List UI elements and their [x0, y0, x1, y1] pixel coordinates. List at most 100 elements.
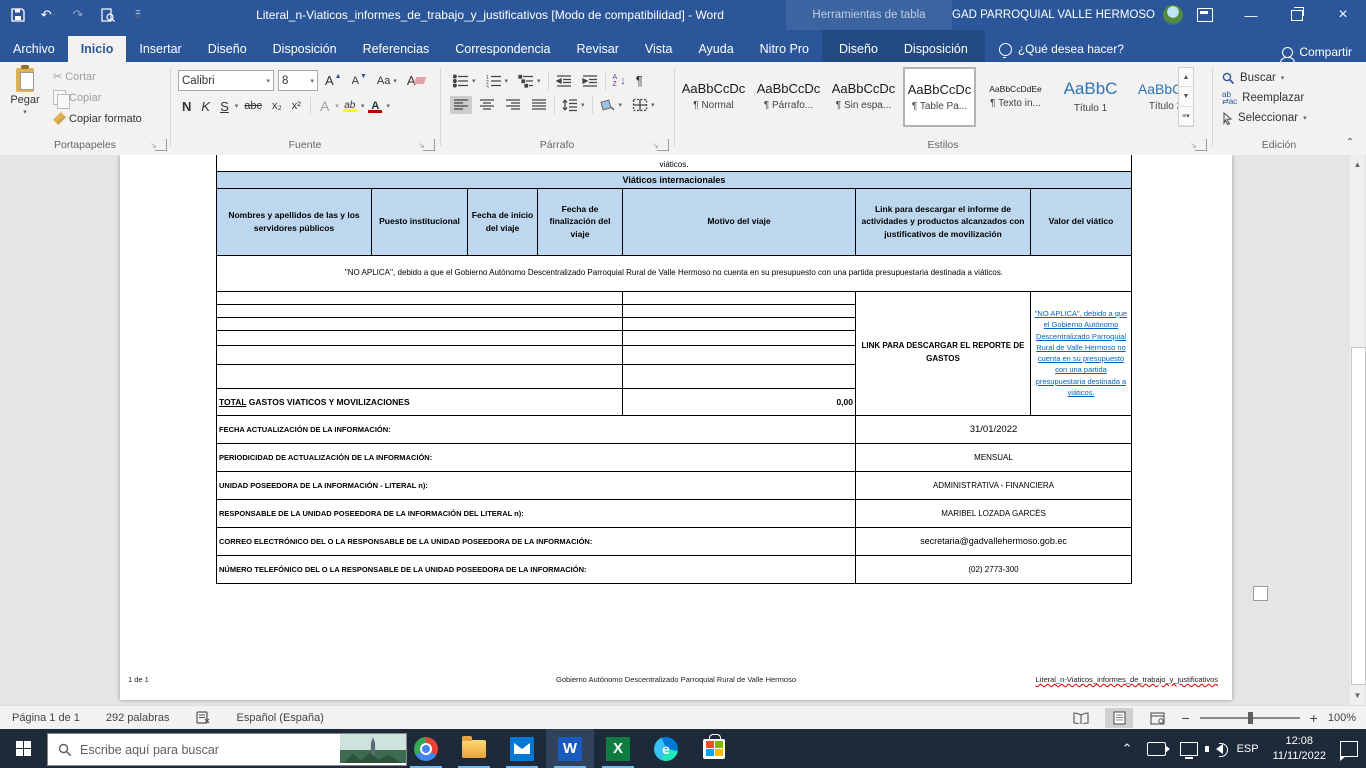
valor-viatico-cell[interactable]: "NO APLICA", debido a que el Gobierno Au…: [1031, 291, 1132, 415]
total-label-cell[interactable]: TOTAL GASTOS VIATICOS Y MOVILIZACIONES: [217, 388, 623, 415]
font-family-combobox[interactable]: Calibri▾: [178, 70, 274, 91]
taskbar-chrome[interactable]: [402, 729, 450, 768]
document-page[interactable]: viáticos. Viáticos internacionales Nombr…: [120, 155, 1232, 700]
select-button[interactable]: Seleccionar▾: [1214, 108, 1344, 128]
empty-cell[interactable]: [217, 304, 623, 317]
underline-button[interactable]: S: [216, 98, 233, 115]
close-button[interactable]: ×: [1320, 0, 1366, 30]
col-header-link[interactable]: Link para descargar el informe de activi…: [856, 188, 1031, 255]
styles-scroll-up-button[interactable]: ▲: [1179, 68, 1193, 87]
info-label-fecha[interactable]: FECHA ACTUALIZACIÓN DE LA INFORMACIÓN:: [217, 415, 856, 443]
taskbar-store[interactable]: [690, 729, 738, 768]
empty-cell[interactable]: [217, 345, 623, 364]
taskbar-mail[interactable]: [498, 729, 546, 768]
web-layout-button[interactable]: [1143, 708, 1171, 728]
undo-button[interactable]: ↶▾: [38, 5, 58, 25]
scroll-down-arrow[interactable]: ▼: [1350, 688, 1365, 703]
empty-cell[interactable]: [217, 317, 623, 330]
save-button[interactable]: [8, 5, 28, 25]
zoom-in-button[interactable]: +: [1310, 710, 1318, 726]
ribbon-display-options-button[interactable]: [1182, 0, 1228, 30]
col-header-puesto[interactable]: Puesto institucional: [372, 188, 468, 255]
font-color-button[interactable]: A: [366, 100, 384, 113]
table-resize-handle[interactable]: [1253, 586, 1268, 601]
style-titulo-1[interactable]: AaBbCTítulo 1: [1055, 67, 1126, 125]
page-count-status[interactable]: Página 1 de 1: [12, 712, 80, 724]
taskbar-file-explorer[interactable]: [450, 729, 498, 768]
zoom-slider-thumb[interactable]: [1248, 712, 1253, 724]
tell-me-box[interactable]: ¿Qué desea hacer?: [985, 36, 1138, 62]
tab-inicio[interactable]: Inicio: [68, 36, 127, 62]
taskbar-excel[interactable]: X: [594, 729, 642, 768]
borders-button[interactable]: ▾: [629, 96, 658, 114]
print-preview-button[interactable]: [98, 5, 118, 25]
shrink-font-button[interactable]: A▼: [349, 73, 370, 89]
tab-correspondencia[interactable]: Correspondencia: [442, 36, 563, 62]
info-label-telefono[interactable]: NÚMERO TELEFÓNICO DEL O LA RESPONSABLE D…: [217, 555, 856, 583]
customize-qat-button[interactable]: =▾: [128, 5, 148, 25]
paragraph-dialog-launcher[interactable]: [657, 139, 669, 151]
info-label-correo[interactable]: CORREO ELECTRÓNICO DEL O LA RESPONSABLE …: [217, 527, 856, 555]
shading-button[interactable]: ▾: [597, 96, 626, 114]
paste-button[interactable]: Pegar ▾: [0, 62, 50, 127]
style-parrafo[interactable]: AaBbCcDc¶ Párrafo...: [753, 67, 824, 125]
meet-now-icon[interactable]: [1147, 742, 1166, 756]
tab-archivo[interactable]: Archivo: [0, 36, 68, 62]
strikethrough-button[interactable]: abc: [240, 99, 266, 113]
empty-cell[interactable]: [623, 317, 856, 330]
cut-button[interactable]: ✂Cortar: [50, 68, 145, 85]
styles-scroll-down-button[interactable]: ▼: [1179, 87, 1193, 106]
redo-button[interactable]: ↷: [68, 5, 88, 25]
col-header-fecha-fin[interactable]: Fecha de finalización del viaje: [538, 188, 623, 255]
sort-button[interactable]: AZ ↓: [610, 72, 629, 90]
search-highlight-image[interactable]: [340, 734, 406, 763]
styles-dialog-launcher[interactable]: [1195, 139, 1207, 151]
col-header-motivo[interactable]: Motivo del viaje: [623, 188, 856, 255]
tab-diseno[interactable]: Diseño: [195, 36, 260, 62]
info-value-telefono[interactable]: (02) 2773-300: [856, 555, 1132, 583]
info-value-correo[interactable]: secretaria@gadvallehermoso.gob.ec: [856, 527, 1132, 555]
replace-button[interactable]: ab⇄ac Reemplazar: [1214, 88, 1344, 108]
share-button[interactable]: Compartir: [1282, 45, 1352, 59]
col-header-valor[interactable]: Valor del viático: [1031, 188, 1132, 255]
col-header-nombres[interactable]: Nombres y apellidos de las y los servido…: [217, 188, 372, 255]
col-header-fecha-inicio[interactable]: Fecha de inicio del viaje: [468, 188, 538, 255]
network-icon[interactable]: [1180, 742, 1198, 756]
justify-button[interactable]: [528, 96, 550, 114]
undo-dropdown-icon[interactable]: ▾: [52, 11, 56, 19]
info-value-responsable[interactable]: MARIBEL LOZADA GARCÉS: [856, 499, 1132, 527]
empty-cell[interactable]: [623, 330, 856, 345]
empty-cell[interactable]: [623, 364, 856, 388]
empty-cell[interactable]: [217, 291, 623, 304]
taskbar-edge[interactable]: e: [642, 729, 690, 768]
italic-button[interactable]: K: [197, 98, 214, 115]
empty-cell[interactable]: [217, 364, 623, 388]
grow-font-button[interactable]: A▲: [322, 71, 345, 90]
tab-insertar[interactable]: Insertar: [126, 36, 194, 62]
find-button[interactable]: Buscar▾: [1214, 68, 1344, 88]
empty-cell[interactable]: [623, 291, 856, 304]
tray-expand-icon[interactable]: ⌃: [1122, 741, 1133, 757]
tab-table-diseno[interactable]: Diseño: [826, 36, 891, 62]
tab-vista[interactable]: Vista: [632, 36, 686, 62]
style-sin-espaciado[interactable]: AaBbCcDc¶ Sin espa...: [828, 67, 899, 125]
vertical-scrollbar[interactable]: ▲ ▼: [1350, 155, 1365, 705]
info-value-periodicidad[interactable]: MENSUAL: [856, 443, 1132, 471]
info-label-responsable[interactable]: RESPONSABLE DE LA UNIDAD POSEEDORA DE LA…: [217, 499, 856, 527]
format-painter-button[interactable]: Copiar formato: [50, 110, 145, 127]
scrollbar-thumb[interactable]: [1351, 347, 1366, 685]
paste-dropdown-icon[interactable]: ▾: [23, 108, 27, 116]
scroll-up-arrow[interactable]: ▲: [1350, 157, 1365, 172]
tab-revisar[interactable]: Revisar: [563, 36, 631, 62]
account-area[interactable]: GAD PARROQUIAL VALLE HERMOSO: [952, 0, 1183, 30]
highlight-button[interactable]: ab: [341, 100, 359, 112]
tab-table-disposicion[interactable]: Disposición: [891, 36, 981, 62]
section-title-cell[interactable]: Viáticos internacionales: [217, 171, 1132, 188]
bullets-button[interactable]: ▾: [450, 72, 479, 90]
language-status[interactable]: Español (España): [237, 712, 324, 724]
line-spacing-button[interactable]: ▾: [559, 96, 588, 114]
minimize-button[interactable]: —: [1228, 0, 1274, 30]
account-avatar[interactable]: [1163, 5, 1183, 25]
font-size-combobox[interactable]: 8▾: [278, 70, 318, 91]
style-normal[interactable]: AaBbCcDc¶ Normal: [678, 67, 749, 125]
